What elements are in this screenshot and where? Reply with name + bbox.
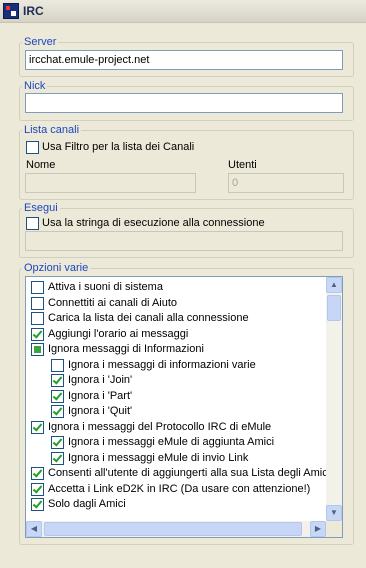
- option-label[interactable]: Ignora i messaggi del Protocollo IRC di …: [48, 421, 271, 434]
- option-checkbox[interactable]: [51, 436, 64, 449]
- execute-command-input[interactable]: [25, 231, 343, 251]
- option-checkbox[interactable]: [31, 312, 44, 325]
- option-label[interactable]: Ignora i 'Quit': [68, 405, 132, 418]
- vertical-scrollbar[interactable]: ▲ ▼: [326, 277, 342, 521]
- option-label[interactable]: Consenti all'utente di aggiungerti alla …: [48, 467, 330, 480]
- option-checkbox[interactable]: [51, 390, 64, 403]
- option-checkbox[interactable]: [51, 374, 64, 387]
- channel-list-group-label: Lista canali: [22, 123, 82, 137]
- option-checkbox[interactable]: [31, 297, 44, 310]
- scrollbar-corner: [326, 521, 342, 537]
- option-checkbox[interactable]: [31, 467, 44, 480]
- horizontal-scroll-thumb[interactable]: [44, 522, 302, 536]
- option-label[interactable]: Ignora i messaggi eMule di aggiunta Amic…: [68, 436, 274, 449]
- scroll-down-button[interactable]: ▼: [326, 505, 342, 521]
- channel-name-input[interactable]: [25, 173, 196, 193]
- option-label[interactable]: Ignora i messaggi eMule di invio Link: [68, 452, 248, 465]
- option-label[interactable]: Accetta i Link eD2K in IRC (Da usare con…: [48, 483, 310, 496]
- option-checkbox[interactable]: [31, 328, 44, 341]
- server-input[interactable]: ircchat.emule-project.net: [25, 50, 343, 70]
- option-checkbox[interactable]: [51, 405, 64, 418]
- option-checkbox[interactable]: [51, 359, 64, 372]
- title-bar: IRC: [0, 0, 366, 23]
- option-label[interactable]: Ignora messaggi di Informazioni: [48, 343, 204, 356]
- option-label[interactable]: Aggiungi l'orario ai messaggi: [48, 328, 188, 341]
- scroll-up-button[interactable]: ▲: [326, 277, 342, 293]
- channel-name-label: Nome: [26, 159, 56, 171]
- execute-checkbox[interactable]: [26, 217, 39, 230]
- execute-checkbox-label[interactable]: Usa la stringa di esecuzione alla connes…: [42, 217, 265, 230]
- irc-app-icon: [3, 3, 19, 19]
- execute-group-label: Esegui: [22, 201, 60, 215]
- channel-filter-checkbox[interactable]: [26, 141, 39, 154]
- server-group-label: Server: [22, 35, 59, 49]
- option-checkbox[interactable]: [31, 421, 44, 434]
- option-label[interactable]: Solo dagli Amici: [48, 498, 126, 511]
- option-label[interactable]: Ignora i messaggi di informazioni varie: [68, 359, 256, 372]
- option-label[interactable]: Ignora i 'Join': [68, 374, 132, 387]
- vertical-scroll-thumb[interactable]: [327, 295, 341, 321]
- horizontal-scrollbar[interactable]: ◀ ▶: [26, 521, 326, 537]
- option-checkbox[interactable]: [31, 498, 44, 511]
- option-checkbox[interactable]: [51, 452, 64, 465]
- window-title: IRC: [23, 4, 44, 18]
- option-checkbox[interactable]: [31, 281, 44, 294]
- nick-input[interactable]: [25, 93, 343, 113]
- scroll-right-button[interactable]: ▶: [310, 521, 326, 537]
- scroll-left-button[interactable]: ◀: [26, 521, 42, 537]
- nick-group-label: Nick: [22, 79, 48, 93]
- options-tree[interactable]: Attiva i suoni di sistema Connettiti ai c…: [25, 276, 343, 538]
- option-checkbox[interactable]: [31, 343, 44, 356]
- option-label[interactable]: Connettiti ai canali di Aiuto: [48, 297, 177, 310]
- option-label[interactable]: Carica la lista dei canali alla connessi…: [48, 312, 249, 325]
- channel-users-input[interactable]: 0: [228, 173, 344, 193]
- option-label[interactable]: Ignora i 'Part': [68, 390, 132, 403]
- options-group-label: Opzioni varie: [22, 261, 91, 275]
- option-checkbox[interactable]: [31, 483, 44, 496]
- channel-users-label: Utenti: [228, 159, 257, 171]
- channel-filter-label[interactable]: Usa Filtro per la lista dei Canali: [42, 141, 194, 154]
- option-label[interactable]: Attiva i suoni di sistema: [48, 281, 163, 294]
